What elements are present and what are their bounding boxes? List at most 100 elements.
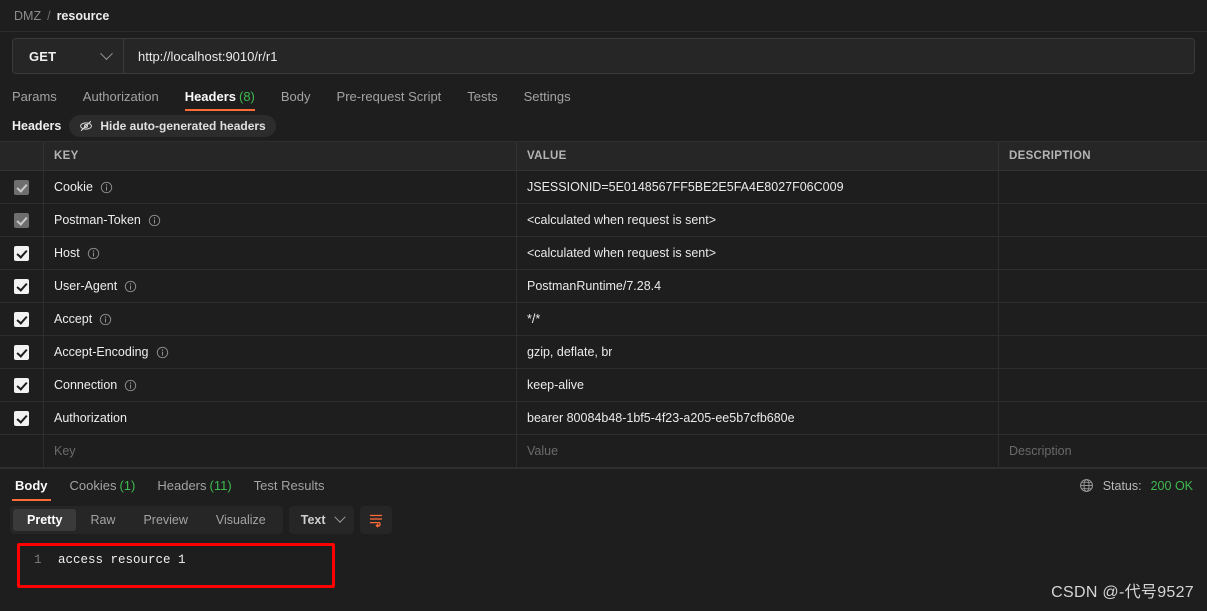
row-checkbox[interactable] bbox=[14, 312, 29, 327]
row-checkbox-cell[interactable] bbox=[0, 270, 44, 302]
new-description-input[interactable]: Description bbox=[999, 435, 1207, 467]
header-value: <calculated when request is sent> bbox=[527, 213, 716, 227]
format-preview-button[interactable]: Preview bbox=[129, 509, 201, 531]
row-key-cell[interactable]: Host bbox=[44, 237, 517, 269]
format-pretty-button[interactable]: Pretty bbox=[13, 509, 76, 531]
row-checkbox[interactable] bbox=[14, 345, 29, 360]
row-value-cell[interactable]: JSESSIONID=5E0148567FF5BE2E5FA4E8027F06C… bbox=[517, 171, 999, 203]
table-row: Accept-Encoding gzip, deflate, br bbox=[0, 336, 1207, 369]
tab-pre-request-script[interactable]: Pre-request Script bbox=[324, 90, 455, 111]
info-icon[interactable] bbox=[99, 313, 112, 326]
tab-label: Headers bbox=[157, 478, 206, 493]
tab-tests[interactable]: Tests bbox=[454, 90, 510, 111]
request-url-row: GET http://localhost:9010/r/r1 bbox=[0, 32, 1207, 80]
format-visualize-button[interactable]: Visualize bbox=[202, 509, 280, 531]
eye-slash-icon bbox=[79, 119, 93, 133]
content-type-dropdown[interactable]: Text bbox=[289, 506, 354, 534]
response-tab-cookies[interactable]: Cookies(1) bbox=[59, 470, 147, 501]
row-checkbox[interactable] bbox=[14, 246, 29, 261]
row-key-cell[interactable]: Cookie bbox=[44, 171, 517, 203]
word-wrap-button[interactable] bbox=[360, 506, 392, 534]
row-description-cell[interactable] bbox=[999, 369, 1207, 401]
row-checkbox-cell[interactable] bbox=[0, 369, 44, 401]
method-dropdown[interactable]: GET bbox=[13, 39, 124, 73]
tab-params[interactable]: Params bbox=[12, 90, 70, 111]
breadcrumb-current[interactable]: resource bbox=[57, 9, 110, 23]
row-description-cell[interactable] bbox=[999, 171, 1207, 203]
row-checkbox-cell[interactable] bbox=[0, 336, 44, 368]
header-key: Postman-Token bbox=[54, 213, 141, 227]
row-value-cell[interactable]: <calculated when request is sent> bbox=[517, 237, 999, 269]
url-input[interactable]: http://localhost:9010/r/r1 bbox=[124, 39, 1194, 73]
row-value-cell[interactable]: <calculated when request is sent> bbox=[517, 204, 999, 236]
column-header-value: VALUE bbox=[527, 150, 567, 162]
info-icon[interactable] bbox=[156, 346, 169, 359]
row-value-cell[interactable]: PostmanRuntime/7.28.4 bbox=[517, 270, 999, 302]
row-checkbox[interactable] bbox=[14, 411, 29, 426]
row-checkbox[interactable] bbox=[14, 180, 29, 195]
row-value-cell[interactable]: */* bbox=[517, 303, 999, 335]
row-key-cell[interactable]: User-Agent bbox=[44, 270, 517, 302]
format-raw-button[interactable]: Raw bbox=[76, 509, 129, 531]
info-icon[interactable] bbox=[100, 181, 113, 194]
info-icon[interactable] bbox=[124, 379, 137, 392]
row-key-cell[interactable]: Connection bbox=[44, 369, 517, 401]
header-cell-checkbox bbox=[0, 142, 44, 170]
tab-label: Params bbox=[12, 89, 57, 104]
row-checkbox-cell[interactable] bbox=[0, 171, 44, 203]
info-icon[interactable] bbox=[124, 280, 137, 293]
tab-body[interactable]: Body bbox=[268, 90, 324, 111]
tab-label: Test Results bbox=[254, 478, 325, 493]
tab-headers[interactable]: Headers(8) bbox=[172, 90, 268, 111]
hide-auto-generated-headers-button[interactable]: Hide auto-generated headers bbox=[69, 115, 275, 137]
new-key-input[interactable]: Key bbox=[44, 435, 517, 467]
tab-settings[interactable]: Settings bbox=[511, 90, 584, 111]
row-checkbox[interactable] bbox=[14, 213, 29, 228]
response-status: Status: 200 OK bbox=[1079, 469, 1193, 502]
tab-count: (8) bbox=[239, 89, 255, 104]
row-description-cell[interactable] bbox=[999, 303, 1207, 335]
response-tab-test-results[interactable]: Test Results bbox=[243, 470, 336, 501]
header-value: <calculated when request is sent> bbox=[527, 246, 716, 260]
row-description-cell[interactable] bbox=[999, 402, 1207, 434]
info-icon[interactable] bbox=[87, 247, 100, 260]
row-checkbox-cell[interactable] bbox=[0, 204, 44, 236]
row-checkbox-cell[interactable] bbox=[0, 237, 44, 269]
row-description-cell[interactable] bbox=[999, 204, 1207, 236]
header-key: Host bbox=[54, 246, 80, 260]
postman-window: DMZ / resource GET http://localhost:9010… bbox=[0, 0, 1207, 611]
body-text: access resource 1 bbox=[58, 553, 186, 567]
headers-section-title: Headers bbox=[12, 119, 61, 133]
row-value-cell[interactable]: bearer 80084b48-1bf5-4f23-a205-ee5b7cfb6… bbox=[517, 402, 999, 434]
status-value: 200 OK bbox=[1151, 479, 1193, 493]
row-description-cell[interactable] bbox=[999, 237, 1207, 269]
header-key: Accept-Encoding bbox=[54, 345, 149, 359]
tab-count: (11) bbox=[210, 478, 232, 493]
tab-authorization[interactable]: Authorization bbox=[70, 90, 172, 111]
url-text: http://localhost:9010/r/r1 bbox=[138, 49, 277, 64]
row-value-cell[interactable]: gzip, deflate, br bbox=[517, 336, 999, 368]
row-checkbox-cell[interactable] bbox=[0, 402, 44, 434]
row-description-cell[interactable] bbox=[999, 270, 1207, 302]
response-tab-body[interactable]: Body bbox=[4, 470, 59, 501]
row-value-cell[interactable]: keep-alive bbox=[517, 369, 999, 401]
tab-count: (1) bbox=[119, 478, 135, 493]
table-row: Cookie JSESSIONID=5E0148567FF5BE2E5FA4E8… bbox=[0, 171, 1207, 204]
table-row: Connection keep-alive bbox=[0, 369, 1207, 402]
row-checkbox[interactable] bbox=[14, 279, 29, 294]
row-key-cell[interactable]: Accept bbox=[44, 303, 517, 335]
row-checkbox[interactable] bbox=[14, 378, 29, 393]
breadcrumb-parent[interactable]: DMZ bbox=[14, 9, 41, 23]
row-key-cell[interactable]: Authorization bbox=[44, 402, 517, 434]
method-label: GET bbox=[29, 49, 56, 64]
response-tab-headers[interactable]: Headers (11) bbox=[146, 470, 242, 501]
row-key-cell[interactable]: Postman-Token bbox=[44, 204, 517, 236]
tab-label: Cookies bbox=[70, 478, 117, 493]
info-icon[interactable] bbox=[148, 214, 161, 227]
hide-auto-generated-headers-label: Hide auto-generated headers bbox=[100, 119, 265, 133]
new-value-input[interactable]: Value bbox=[517, 435, 999, 467]
row-description-cell[interactable] bbox=[999, 336, 1207, 368]
row-checkbox-cell[interactable] bbox=[0, 303, 44, 335]
row-key-cell[interactable]: Accept-Encoding bbox=[44, 336, 517, 368]
breadcrumb-separator: / bbox=[47, 9, 50, 23]
